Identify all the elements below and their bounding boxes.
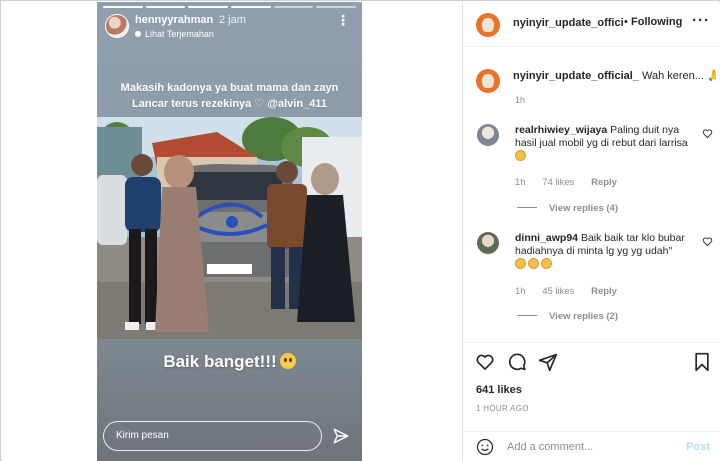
- comment-user[interactable]: realrhiwiey_wijaya: [515, 124, 607, 136]
- pleading-face-icon: [279, 353, 296, 369]
- mention-link[interactable]: @alvin_411: [267, 98, 327, 110]
- add-comment-bar: Add a comment... Post: [463, 431, 720, 461]
- comment-text: realrhiwiey_wijaya Paling duit nya hasil…: [515, 124, 698, 163]
- emoji-icon[interactable]: [476, 438, 494, 456]
- story-header: hennyyrahman 2 jam ⋮ Lihat Terjemahan: [105, 13, 354, 41]
- post-actions: [463, 342, 720, 382]
- post-caption: nyinyir_update_official_ Wah keren... 🙏 …: [463, 65, 720, 105]
- post-button[interactable]: Post: [686, 441, 710, 453]
- share-icon[interactable]: [538, 352, 558, 372]
- story-card[interactable]: hennyyrahman 2 jam ⋮ Lihat Terjemahan Ma…: [97, 2, 362, 461]
- story-progress: [103, 6, 357, 8]
- folded-hands-icon: 🙏: [707, 70, 716, 82]
- white-heart-icon: ♡: [254, 98, 265, 110]
- more-options-icon[interactable]: ⋮: [336, 13, 350, 27]
- likes-count[interactable]: 641 likes: [476, 384, 522, 396]
- comment-likes[interactable]: 74 likes: [542, 177, 574, 188]
- comment-icon[interactable]: [507, 352, 527, 372]
- avatar[interactable]: [476, 69, 500, 93]
- following-button[interactable]: Following: [631, 16, 682, 28]
- comment-time: 1h: [515, 286, 526, 297]
- view-replies-button[interactable]: View replies (4): [517, 203, 618, 214]
- caption-time: 1h: [515, 95, 526, 105]
- view-replies-label: View replies (4): [549, 203, 618, 214]
- grin-emoji-icon: [541, 258, 552, 269]
- sticker-text: Baik banget!!!: [163, 352, 277, 371]
- translate-label: Lihat Terjemahan: [145, 29, 214, 39]
- replies-divider: [517, 315, 537, 316]
- reply-button[interactable]: Reply: [591, 177, 617, 188]
- comment-meta: 1h 74 likes Reply: [515, 177, 631, 188]
- separator-dot: •: [624, 16, 628, 28]
- heart-icon[interactable]: [702, 128, 713, 139]
- view-replies-label: View replies (2): [549, 311, 618, 322]
- comment-likes[interactable]: 45 likes: [542, 286, 574, 297]
- story-time: 2 jam: [219, 14, 246, 26]
- view-replies-button[interactable]: View replies (2): [517, 311, 618, 322]
- grin-emoji-icon: [528, 258, 539, 269]
- caption-body: Wah keren...: [642, 70, 704, 82]
- translate-link[interactable]: Lihat Terjemahan: [135, 29, 214, 39]
- story-caption: Makasih kadonya ya buat mama dan zayn La…: [105, 80, 354, 112]
- comment-time: 1h: [515, 177, 526, 188]
- story-sticker: Baik banget!!!: [97, 352, 362, 372]
- translate-icon: [135, 31, 141, 37]
- reply-button[interactable]: Reply: [591, 286, 617, 297]
- browser-frame: hennyyrahman 2 jam ⋮ Lihat Terjemahan Ma…: [0, 0, 720, 461]
- caption-line-2: Lancar terus rezekinya ♡ @alvin_411: [105, 96, 354, 112]
- avatar[interactable]: [477, 232, 499, 254]
- story-photo: [97, 117, 362, 339]
- post-author[interactable]: nyinyir_update_officia: [513, 17, 623, 29]
- comment-text: dinni_awp94 Baik baik tar klo bubar hadi…: [515, 232, 698, 271]
- caption-line-1: Makasih kadonya ya buat mama dan zayn: [120, 82, 339, 94]
- comment-user[interactable]: dinni_awp94: [515, 232, 578, 244]
- story-username[interactable]: hennyyrahman: [135, 14, 213, 26]
- avatar[interactable]: [105, 14, 129, 38]
- story-panel: hennyyrahman 2 jam ⋮ Lihat Terjemahan Ma…: [2, 2, 462, 461]
- comment-input[interactable]: Add a comment...: [507, 441, 593, 453]
- post-time-ago: 1 HOUR AGO: [476, 404, 529, 413]
- heart-icon[interactable]: [702, 236, 713, 247]
- story-reply-input[interactable]: Kirim pesan: [103, 421, 322, 451]
- caption-user[interactable]: nyinyir_update_official_: [513, 70, 639, 82]
- bookmark-icon[interactable]: [692, 352, 712, 372]
- comment-meta: 1h 45 likes Reply: [515, 286, 631, 297]
- replies-divider: [517, 207, 537, 208]
- heart-icon[interactable]: [475, 352, 495, 372]
- caption-text: nyinyir_update_official_ Wah keren... 🙏: [513, 69, 716, 82]
- post-header: nyinyir_update_officia • Following ···: [463, 2, 720, 47]
- avatar[interactable]: [477, 124, 499, 146]
- grin-emoji-icon: [515, 150, 526, 161]
- caption-line-2-text: Lancar terus rezekinya: [132, 98, 252, 110]
- avatar[interactable]: [476, 13, 500, 37]
- send-icon[interactable]: [332, 427, 350, 445]
- post-details-panel: nyinyir_update_officia • Following ··· n…: [462, 2, 720, 461]
- grin-emoji-icon: [515, 258, 526, 269]
- more-options-icon[interactable]: ···: [692, 12, 710, 29]
